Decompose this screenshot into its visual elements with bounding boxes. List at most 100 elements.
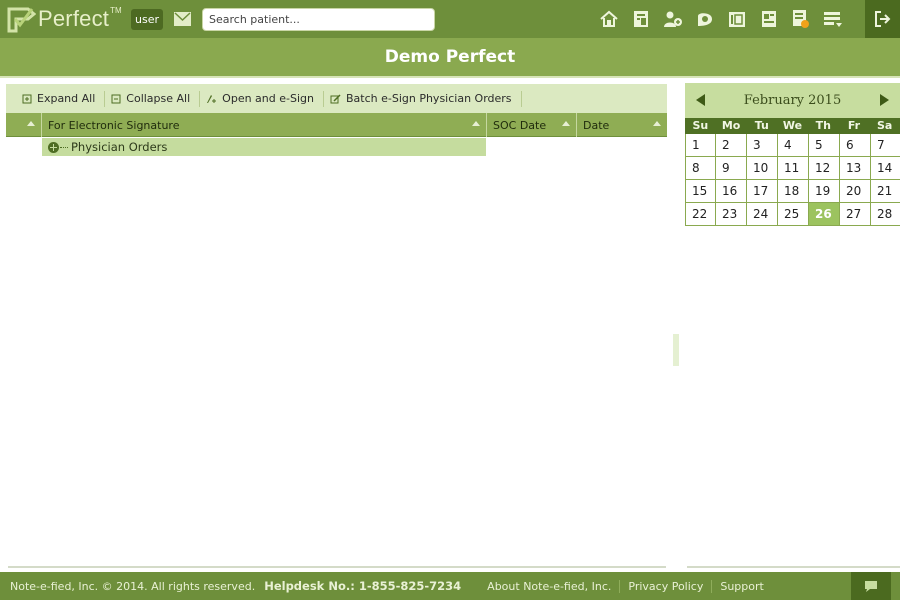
calendar-day[interactable]: 5 (809, 134, 840, 157)
calendar-day[interactable]: 10 (747, 157, 778, 180)
calendar-day[interactable]: 23 (716, 203, 747, 226)
nav-icon-bar (598, 9, 844, 29)
calendar-day[interactable]: 22 (685, 203, 716, 226)
collapse-all-label: Collapse All (126, 92, 191, 105)
batch-esign-label: Batch e-Sign Physician Orders (345, 92, 512, 105)
logout-icon (874, 11, 890, 27)
helpdesk-text: Helpdesk No.: 1-855-825-7234 (264, 579, 462, 593)
calendar-day[interactable]: 20 (840, 180, 871, 203)
logout-button[interactable] (865, 0, 900, 38)
schedule-icon[interactable] (758, 9, 780, 29)
weekday-label: Sa (876, 119, 893, 132)
panel-splitter-handle[interactable] (673, 334, 679, 366)
batch-esign-button[interactable]: Batch e-Sign Physician Orders (324, 90, 522, 107)
calendar-day[interactable]: 6 (840, 134, 871, 157)
calendar-day[interactable]: 19 (809, 180, 840, 203)
orders-badge-icon[interactable] (790, 9, 812, 29)
footer-link-support[interactable]: Support (712, 580, 771, 593)
title-divider (0, 76, 900, 78)
mail-icon[interactable] (174, 12, 191, 26)
patient-chart-icon[interactable] (630, 9, 652, 29)
column-header-label: Date (583, 118, 610, 132)
footer-link-about[interactable]: About Note-e-fied, Inc. (479, 579, 621, 593)
copyright-text: Note-e-fied, Inc. © 2014. All rights res… (10, 579, 256, 593)
calendar-day[interactable]: 11 (778, 157, 809, 180)
user-menu-button[interactable]: user (131, 9, 163, 30)
calendar-day[interactable]: 27 (840, 203, 871, 226)
weekday-label: Th (815, 119, 831, 132)
calendar-day[interactable]: 8 (685, 157, 716, 180)
open-esign-label: Open and e-Sign (222, 92, 314, 105)
calendar-day[interactable]: 2 (716, 134, 747, 157)
app-logo[interactable]: Perfect TM (6, 4, 122, 34)
calendar-day[interactable]: 14 (871, 157, 900, 180)
calendar-month-label: February 2015 (743, 93, 842, 108)
page-title-bar: Demo Perfect (0, 38, 900, 76)
open-esign-button[interactable]: Open and e-Sign (200, 90, 324, 107)
calendar-day[interactable]: 12 (809, 157, 840, 180)
calendar-day[interactable]: 25 (778, 203, 809, 226)
calendar-day[interactable]: 13 (840, 157, 871, 180)
expand-all-label: Expand All (37, 92, 96, 105)
oasis-icon[interactable] (726, 9, 748, 29)
calendar-weekdays: Su Mo Tu We Th Fr Sa (685, 118, 900, 134)
logo-trademark: TM (110, 5, 122, 15)
next-month-icon[interactable] (880, 94, 889, 106)
column-header-label: For Electronic Signature (48, 118, 180, 132)
content-bottom-divider (8, 566, 666, 568)
calendar-days-grid: 1 2 3 4 5 6 7 8 9 10 11 12 13 14 15 16 17 18 19 20 21 22 23 24 2… (685, 134, 900, 226)
footer-link-privacy[interactable]: Privacy Policy (620, 579, 713, 593)
top-bar: Perfect TM user (0, 0, 900, 38)
calendar-day[interactable]: 18 (778, 180, 809, 203)
calendar-day[interactable]: 17 (747, 180, 778, 203)
calendar-day[interactable]: 28 (871, 203, 900, 226)
menu-dropdown-icon[interactable] (822, 9, 844, 29)
calendar-day[interactable]: 21 (871, 180, 900, 203)
page-title: Demo Perfect (384, 47, 516, 67)
logo-text: Perfect (38, 6, 110, 31)
column-header-soc-date[interactable]: SOC Date (487, 113, 577, 137)
grid-toolbar: Expand All Collapse All Open and e-Sign … (6, 84, 667, 113)
chat-icon (865, 581, 877, 592)
footer: Note-e-fied, Inc. © 2014. All rights res… (0, 572, 900, 600)
column-header-electronic-signature[interactable]: For Electronic Signature (42, 113, 487, 137)
calendar-bottom-divider (687, 566, 900, 568)
sort-up-icon (653, 121, 661, 126)
table-row[interactable]: Physician Orders (42, 138, 486, 156)
expand-all-button[interactable]: Expand All (16, 90, 106, 107)
weekday-label: Su (692, 119, 709, 132)
esign-icon (207, 94, 217, 103)
document-icon[interactable] (694, 9, 716, 29)
calendar-day[interactable]: 16 (716, 180, 747, 203)
add-patient-icon[interactable] (662, 9, 684, 29)
chat-button[interactable] (851, 572, 891, 600)
calendar-widget: February 2015 Su Mo Tu We Th Fr Sa 12345… (685, 83, 900, 226)
calendar-day-selected[interactable]: 26 (809, 203, 840, 226)
calendar-day[interactable]: 1 (685, 134, 716, 157)
calendar-header: February 2015 (685, 83, 900, 118)
calendar-day[interactable]: 24 (747, 203, 778, 226)
calendar-day[interactable]: 3 (747, 134, 778, 157)
calendar-day[interactable]: 15 (685, 180, 716, 203)
search-patient-input[interactable] (202, 8, 435, 31)
row-label: Physician Orders (71, 140, 168, 154)
sort-up-icon (472, 121, 480, 126)
expand-icon (22, 94, 32, 103)
weekday-label: Fr (847, 119, 861, 132)
calendar-day[interactable]: 4 (778, 134, 809, 157)
column-header-label: SOC Date (493, 118, 547, 132)
sort-up-icon (27, 121, 35, 126)
home-icon[interactable] (598, 9, 620, 29)
weekday-label: Tu (754, 119, 769, 132)
weekday-label: Mo (721, 119, 741, 132)
previous-month-icon[interactable] (696, 94, 705, 106)
collapse-all-button[interactable]: Collapse All (105, 90, 201, 107)
calendar-day[interactable]: 9 (716, 157, 747, 180)
weekday-label: We (782, 119, 803, 132)
grid-header: For Electronic Signature SOC Date Date (6, 113, 667, 137)
expand-row-icon[interactable] (48, 141, 59, 153)
sort-up-icon (562, 121, 570, 126)
column-header-date[interactable]: Date (577, 113, 667, 137)
column-header-expander[interactable] (6, 113, 42, 137)
calendar-day[interactable]: 7 (871, 134, 900, 157)
